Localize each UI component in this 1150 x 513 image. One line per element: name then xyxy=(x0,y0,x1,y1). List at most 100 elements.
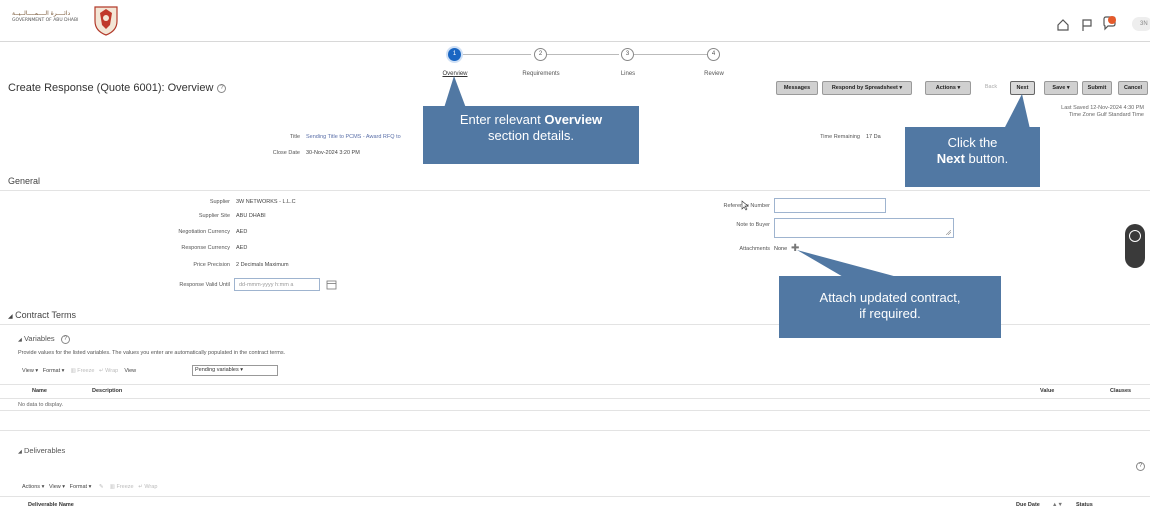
pending-variables-select[interactable]: Pending variables ▾ xyxy=(192,365,278,376)
user-avatar[interactable]: 3N xyxy=(1132,17,1150,31)
home-icon[interactable] xyxy=(1056,18,1070,32)
callout-bold-text: Overview xyxy=(544,112,603,127)
actions-menu-button[interactable]: Actions ▾ xyxy=(925,81,971,95)
resize-handle-icon[interactable] xyxy=(946,230,951,235)
format-menu[interactable]: Format ▾ xyxy=(43,368,65,374)
floating-assistant-widget[interactable] xyxy=(1125,224,1145,268)
train-step-requirements[interactable]: 2 xyxy=(534,48,547,61)
time-zone-text: Time Zone Gulf Standard Time xyxy=(1069,112,1144,118)
train-label-requirements[interactable]: Requirements xyxy=(506,71,576,77)
response-valid-until-label: Response Valid Until xyxy=(179,282,230,288)
deliverables-heading[interactable]: ◢ Deliverables xyxy=(18,446,65,455)
divider xyxy=(0,410,1150,411)
respond-by-spreadsheet-label: Respond by Spreadsheet xyxy=(831,85,898,91)
assistant-icon xyxy=(1129,230,1141,242)
next-button[interactable]: Next xyxy=(1010,81,1035,95)
logo: دائــــرة الــــمــــالــيــة GOVERNMENT… xyxy=(12,10,78,24)
respond-by-spreadsheet-button[interactable]: Respond by Spreadsheet ▾ xyxy=(822,81,912,95)
divider xyxy=(0,430,1150,431)
format-menu-label: Format xyxy=(69,484,88,490)
supplier-site-value: ABU DHABI xyxy=(236,213,266,219)
logo-text-arabic: دائــــرة الــــمــــالــيــة xyxy=(12,10,71,17)
messages-button[interactable]: Messages xyxy=(776,81,818,95)
col-header-description[interactable]: Description xyxy=(92,388,122,394)
overview-callout-line1: Enter relevant Overview xyxy=(423,112,639,128)
contract-terms-heading[interactable]: ◢ Contract Terms xyxy=(8,310,76,320)
col-header-deliverable-name[interactable]: Deliverable Name xyxy=(28,502,74,508)
help-icon[interactable]: ? xyxy=(60,334,70,344)
pending-variables-select-value: Pending variables xyxy=(195,367,239,373)
callout-bold-text: Next xyxy=(936,151,965,166)
wrap-button[interactable]: ↵ Wrap xyxy=(138,484,157,490)
calendar-icon[interactable] xyxy=(326,279,337,290)
col-header-due-date[interactable]: Due Date xyxy=(1016,502,1040,508)
save-button[interactable]: Save ▾ xyxy=(1044,81,1078,95)
mouse-cursor-icon xyxy=(741,200,749,211)
response-currency-value: AED xyxy=(236,245,248,251)
next-button-callout: Click the Next button. xyxy=(905,127,1040,187)
supplier-label: Supplier xyxy=(209,199,230,205)
title-value[interactable]: Sending Title to PCMS - Award RFQ to xyxy=(306,134,401,140)
attach-callout-line2: if required. xyxy=(859,306,921,321)
freeze-button[interactable]: ▥ Freeze xyxy=(71,368,95,374)
response-currency-label: Response Currency xyxy=(181,245,230,251)
supplier-site-label: Supplier Site xyxy=(198,213,230,219)
actions-menu[interactable]: Actions ▾ xyxy=(22,484,44,490)
train-step-review[interactable]: 4 xyxy=(707,48,720,61)
train-connector xyxy=(547,54,619,55)
supplier-value: 3W NETWORKS - L.L.C xyxy=(236,199,296,205)
edit-icon[interactable]: ✎ xyxy=(99,484,104,490)
train-label-review[interactable]: Review xyxy=(679,71,749,77)
logo-text-english: GOVERNMENT OF ABU DHABI xyxy=(12,18,79,23)
response-valid-until-input[interactable]: dd-mmm-yyyy h:mm a xyxy=(234,278,320,291)
sort-icon[interactable]: ▲▼ xyxy=(1052,502,1063,508)
close-date-value: 30-Nov-2024 3:20 PM xyxy=(306,150,360,156)
col-header-clauses[interactable]: Clauses xyxy=(1110,388,1131,394)
price-precision-label: Price Precision xyxy=(193,262,230,268)
help-icon[interactable]: ? xyxy=(1136,462,1145,471)
contract-terms-heading-text: Contract Terms xyxy=(15,310,76,320)
freeze-button[interactable]: ▥ Freeze xyxy=(110,484,134,490)
overview-callout-line2: section details. xyxy=(488,128,574,143)
train-step-lines[interactable]: 3 xyxy=(621,48,634,61)
divider xyxy=(0,398,1150,399)
wrap-button[interactable]: ↵ Wrap xyxy=(99,368,118,374)
notifications-icon[interactable] xyxy=(1102,15,1118,31)
view-menu[interactable]: View ▾ xyxy=(22,368,38,374)
view-menu[interactable]: View ▾ xyxy=(49,484,65,490)
variables-toolbar: View ▾ Format ▾ ▥ Freeze ↵ Wrap View xyxy=(22,368,136,374)
format-menu[interactable]: Format ▾ xyxy=(70,484,92,490)
divider xyxy=(0,496,1150,497)
collapse-triangle-icon: ◢ xyxy=(18,449,22,455)
train-step-overview[interactable]: 1 xyxy=(448,48,461,61)
help-icon[interactable]: ? xyxy=(217,83,227,93)
train-label-lines[interactable]: Lines xyxy=(593,71,663,77)
callout-pointer xyxy=(1004,94,1030,129)
reference-number-input[interactable] xyxy=(774,198,886,213)
back-button[interactable]: Back xyxy=(980,81,1002,95)
format-menu-label: Format xyxy=(42,368,61,374)
divider xyxy=(0,384,1150,385)
col-header-name[interactable]: Name xyxy=(32,388,47,394)
freeze-label: Freeze xyxy=(77,368,95,374)
reference-number-label: Reference Number xyxy=(723,203,770,209)
note-to-buyer-label: Note to Buyer xyxy=(736,222,770,228)
view-menu-label: View xyxy=(48,484,61,490)
collapse-triangle-icon: ◢ xyxy=(18,337,22,343)
divider xyxy=(0,190,1150,191)
negotiation-currency-label: Negotiation Currency xyxy=(178,229,230,235)
submit-button[interactable]: Submit xyxy=(1082,81,1112,95)
freeze-label: Freeze xyxy=(116,484,134,490)
close-date-label: Close Date xyxy=(272,150,300,156)
note-to-buyer-textarea[interactable] xyxy=(774,218,954,238)
flag-icon[interactable] xyxy=(1080,18,1094,32)
train-connector xyxy=(461,54,531,55)
next-callout-line2: Next button. xyxy=(905,151,1040,167)
variables-heading[interactable]: ◢ Variables ? xyxy=(18,334,70,344)
callout-pointer xyxy=(797,250,901,278)
variables-heading-text: Variables xyxy=(23,334,55,343)
cancel-button[interactable]: Cancel xyxy=(1118,81,1148,95)
col-header-status[interactable]: Status xyxy=(1076,502,1093,508)
col-header-value[interactable]: Value xyxy=(1040,388,1054,394)
help-icon[interactable]: ? xyxy=(1132,462,1145,471)
